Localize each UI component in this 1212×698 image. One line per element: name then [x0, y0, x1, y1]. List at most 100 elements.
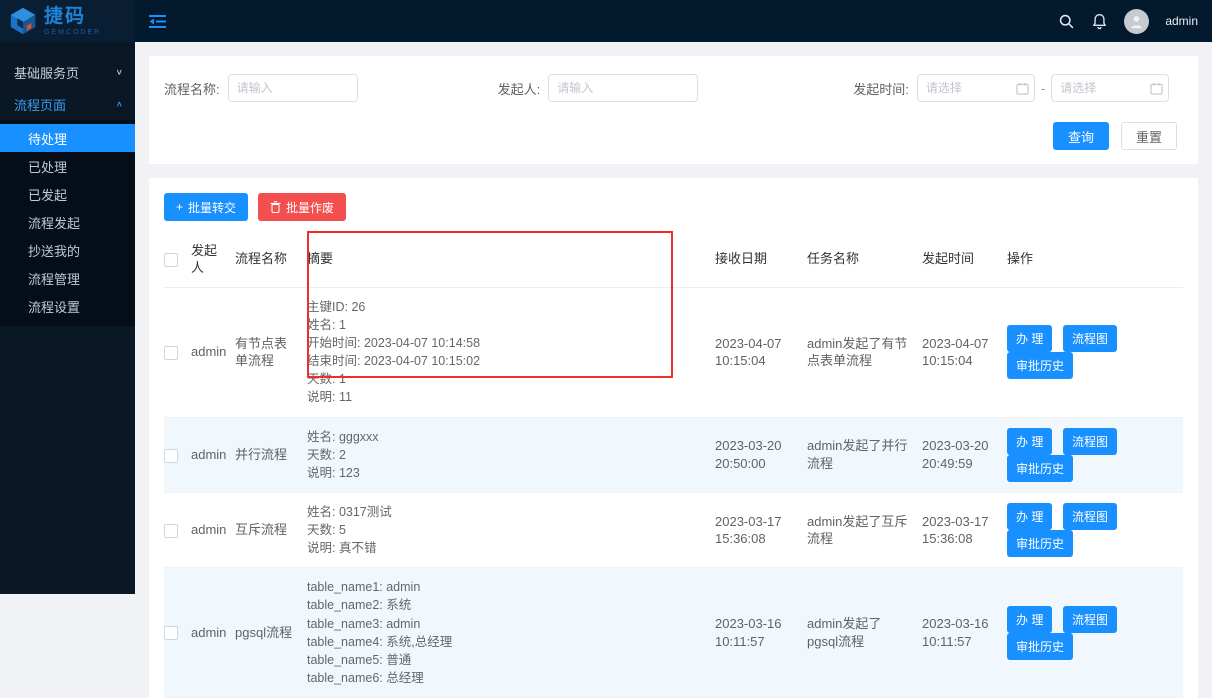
- cell-summary: table_name1: admin table_name2: 系统 table…: [307, 580, 453, 685]
- row-checkbox[interactable]: [164, 523, 178, 538]
- approval-history-button[interactable]: 审批历史: [1007, 530, 1074, 558]
- sidebar-item-start-process[interactable]: 流程发起: [0, 208, 135, 236]
- brand-logo: 捷码 GEMCODER: [0, 0, 135, 42]
- handle-button[interactable]: 办 理: [1007, 503, 1053, 531]
- batch-discard-label: 批量作废: [286, 200, 335, 215]
- sidebar-item-process-management[interactable]: 流程管理: [0, 264, 135, 292]
- start-date-input[interactable]: [916, 74, 1035, 102]
- sidebar-item-initiated[interactable]: 已发起: [0, 180, 135, 208]
- flow-chart-button[interactable]: 流程图: [1062, 325, 1117, 353]
- collapse-menu-icon: [149, 14, 166, 28]
- handle-button[interactable]: 办 理: [1007, 427, 1053, 455]
- sidebar-group-base-services[interactable]: 基础服务页 ∨: [0, 56, 135, 88]
- row-checkbox[interactable]: [164, 448, 178, 463]
- handle-button[interactable]: 办 理: [1007, 325, 1053, 353]
- process-name-input[interactable]: [227, 74, 358, 102]
- process-table: 发起人 流程名称 摘要 接收日期 任务名称 发起时间 操作 admin 有节点表…: [164, 233, 1183, 698]
- sidebar-item-pending[interactable]: 待处理: [0, 124, 135, 152]
- brand-cube-icon: [10, 7, 36, 35]
- cell-summary: 姓名: gggxxx 天数: 2 说明: 123: [307, 429, 379, 480]
- sidebar-item-label: 流程设置: [28, 299, 81, 315]
- batch-transfer-label: 批量转交: [188, 200, 237, 215]
- topbar: 捷码 GEMCODER admin: [0, 0, 1212, 42]
- end-date-input[interactable]: [1051, 74, 1170, 102]
- sidebar-group-label: 基础服务页: [14, 65, 80, 81]
- cell-process-name: pgsql流程: [235, 624, 293, 640]
- cell-task-name: admin发起了pgsql流程: [807, 616, 882, 649]
- cell-initiator: admin: [191, 522, 227, 538]
- sidebar-item-label: 抄送我的: [28, 243, 81, 259]
- handle-button[interactable]: 办 理: [1007, 605, 1053, 633]
- cell-process-name: 并行流程: [235, 446, 288, 462]
- select-all-checkbox[interactable]: [164, 253, 178, 267]
- table-row: admin pgsql流程 table_name1: admin table_n…: [164, 567, 1183, 698]
- initiator-input[interactable]: [548, 74, 699, 102]
- flow-chart-button[interactable]: 流程图: [1062, 503, 1117, 531]
- cell-receive-date: 2023-03-17 15:36:08: [715, 513, 782, 547]
- table-row: admin 并行流程 姓名: gggxxx 天数: 2 说明: 123 2023…: [164, 417, 1183, 493]
- header-start-time: 发起时间: [922, 251, 975, 267]
- sidebar-group-process-pages[interactable]: 流程页面 ∧: [0, 88, 135, 120]
- notification-bell-icon[interactable]: [1091, 13, 1108, 30]
- initiator-label: 发起人:: [497, 81, 541, 97]
- cell-start-time: 2023-03-17 15:36:08: [922, 513, 989, 547]
- table-row: admin 互斥流程 姓名: 0317测试 天数: 5 说明: 真不错 2023…: [164, 492, 1183, 568]
- cell-process-name: 互斥流程: [235, 522, 288, 538]
- filter-panel: 流程名称: 发起人: 发起时间: -: [149, 56, 1198, 164]
- date-range-separator: -: [1040, 80, 1046, 96]
- username-label: admin: [1165, 14, 1198, 28]
- reset-button[interactable]: 重置: [1120, 122, 1177, 150]
- approval-history-button[interactable]: 审批历史: [1007, 632, 1074, 660]
- batch-discard-button[interactable]: 批量作废: [258, 193, 347, 221]
- header-actions: 操作: [1007, 251, 1034, 267]
- user-avatar[interactable]: [1124, 8, 1150, 34]
- chevron-down-icon: ∨: [115, 67, 123, 77]
- brand-name: 捷码: [44, 5, 87, 27]
- sidebar-item-label: 流程发起: [28, 215, 81, 231]
- start-time-label: 发起时间:: [853, 81, 909, 97]
- cell-start-time: 2023-03-20 20:49:59: [922, 438, 989, 471]
- approval-history-button[interactable]: 审批历史: [1007, 352, 1074, 380]
- sidebar-item-process-settings[interactable]: 流程设置: [0, 292, 135, 320]
- sidebar-item-processed[interactable]: 已处理: [0, 152, 135, 180]
- cell-initiator: admin: [191, 446, 227, 462]
- cell-receive-date: 2023-03-16 10:11:57: [715, 616, 782, 649]
- approval-history-button[interactable]: 审批历史: [1007, 454, 1074, 482]
- row-checkbox[interactable]: [164, 626, 178, 641]
- table-header-row: 发起人 流程名称 摘要 接收日期 任务名称 发起时间 操作: [164, 233, 1183, 288]
- cell-summary: 主键ID: 26 姓名: 1 开始时间: 2023-04-07 10:14:58…: [307, 299, 481, 405]
- cell-start-time: 2023-04-07 10:15:04: [922, 335, 989, 369]
- chevron-up-icon: ∧: [115, 99, 123, 109]
- brand-subname: GEMCODER: [44, 28, 102, 36]
- sidebar-item-label: 待处理: [28, 131, 68, 147]
- sidebar-item-label: 流程管理: [28, 271, 81, 287]
- cell-receive-date: 2023-04-07 10:15:04: [715, 335, 782, 369]
- header-process-name: 流程名称: [235, 251, 288, 267]
- sidebar-item-cc-to-me[interactable]: 抄送我的: [0, 236, 135, 264]
- sidebar-submenu: 待处理 已处理 已发起 流程发起 抄送我的 流程管理 流程设置: [0, 120, 135, 326]
- sidebar-collapse-button[interactable]: [149, 14, 166, 29]
- search-icon[interactable]: [1058, 13, 1075, 30]
- trash-icon: [270, 201, 281, 213]
- main-content: 流程名称: 发起人: 发起时间: -: [135, 42, 1212, 698]
- sidebar-item-label: 已处理: [28, 159, 68, 175]
- cell-initiator: admin: [191, 344, 227, 360]
- sidebar-item-label: 已发起: [28, 187, 68, 203]
- user-icon: [1131, 15, 1143, 28]
- header-receive-date: 接收日期: [715, 251, 768, 267]
- cell-summary: 姓名: 0317测试 天数: 5 说明: 真不错: [307, 504, 392, 556]
- cell-task-name: admin发起了有节点表单流程: [807, 335, 908, 369]
- flow-chart-button[interactable]: 流程图: [1062, 427, 1117, 455]
- batch-transfer-button[interactable]: + 批量转交: [164, 193, 249, 221]
- cell-process-name: 有节点表单流程: [235, 335, 288, 369]
- cell-initiator: admin: [191, 624, 227, 640]
- cell-start-time: 2023-03-16 10:11:57: [922, 616, 989, 649]
- flow-chart-button[interactable]: 流程图: [1062, 605, 1117, 633]
- table-row: admin 有节点表单流程 主键ID: 26 姓名: 1 开始时间: 2023-…: [164, 287, 1183, 418]
- search-button[interactable]: 查询: [1052, 122, 1109, 150]
- row-checkbox[interactable]: [164, 345, 178, 360]
- header-task-name: 任务名称: [807, 251, 860, 267]
- sidebar: 基础服务页 ∨ 流程页面 ∧ 待处理 已处理 已发起 流程发起 抄送我的 流程管…: [0, 42, 135, 594]
- process-name-label: 流程名称:: [164, 81, 220, 97]
- plus-icon: +: [176, 200, 184, 214]
